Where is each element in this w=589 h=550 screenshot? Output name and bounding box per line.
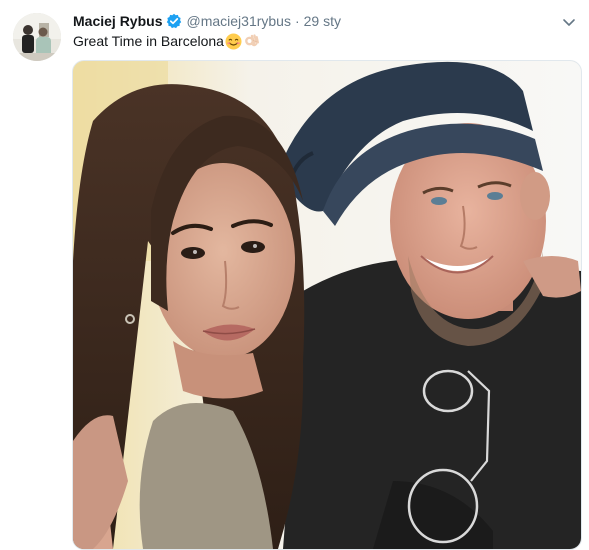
smiling-face-icon <box>225 33 242 50</box>
verified-badge-icon <box>166 13 182 29</box>
display-name[interactable]: Maciej Rybus <box>73 13 162 29</box>
tweet-photo[interactable] <box>72 60 582 550</box>
profile-avatar[interactable] <box>13 13 61 61</box>
tweet[interactable]: Maciej Rybus @maciej31rybus · 29 sty Gre… <box>0 0 589 550</box>
tweet-text: Great Time in Barcelona <box>73 32 260 50</box>
timestamp[interactable]: 29 sty <box>304 13 341 29</box>
handle[interactable]: @maciej31rybus <box>186 13 290 29</box>
tweet-text-content: Great Time in Barcelona <box>73 33 224 49</box>
chevron-down-icon[interactable] <box>561 14 577 30</box>
separator: · <box>294 13 300 29</box>
ok-hand-icon <box>243 33 260 50</box>
tweet-header: Maciej Rybus @maciej31rybus · 29 sty <box>73 11 341 31</box>
